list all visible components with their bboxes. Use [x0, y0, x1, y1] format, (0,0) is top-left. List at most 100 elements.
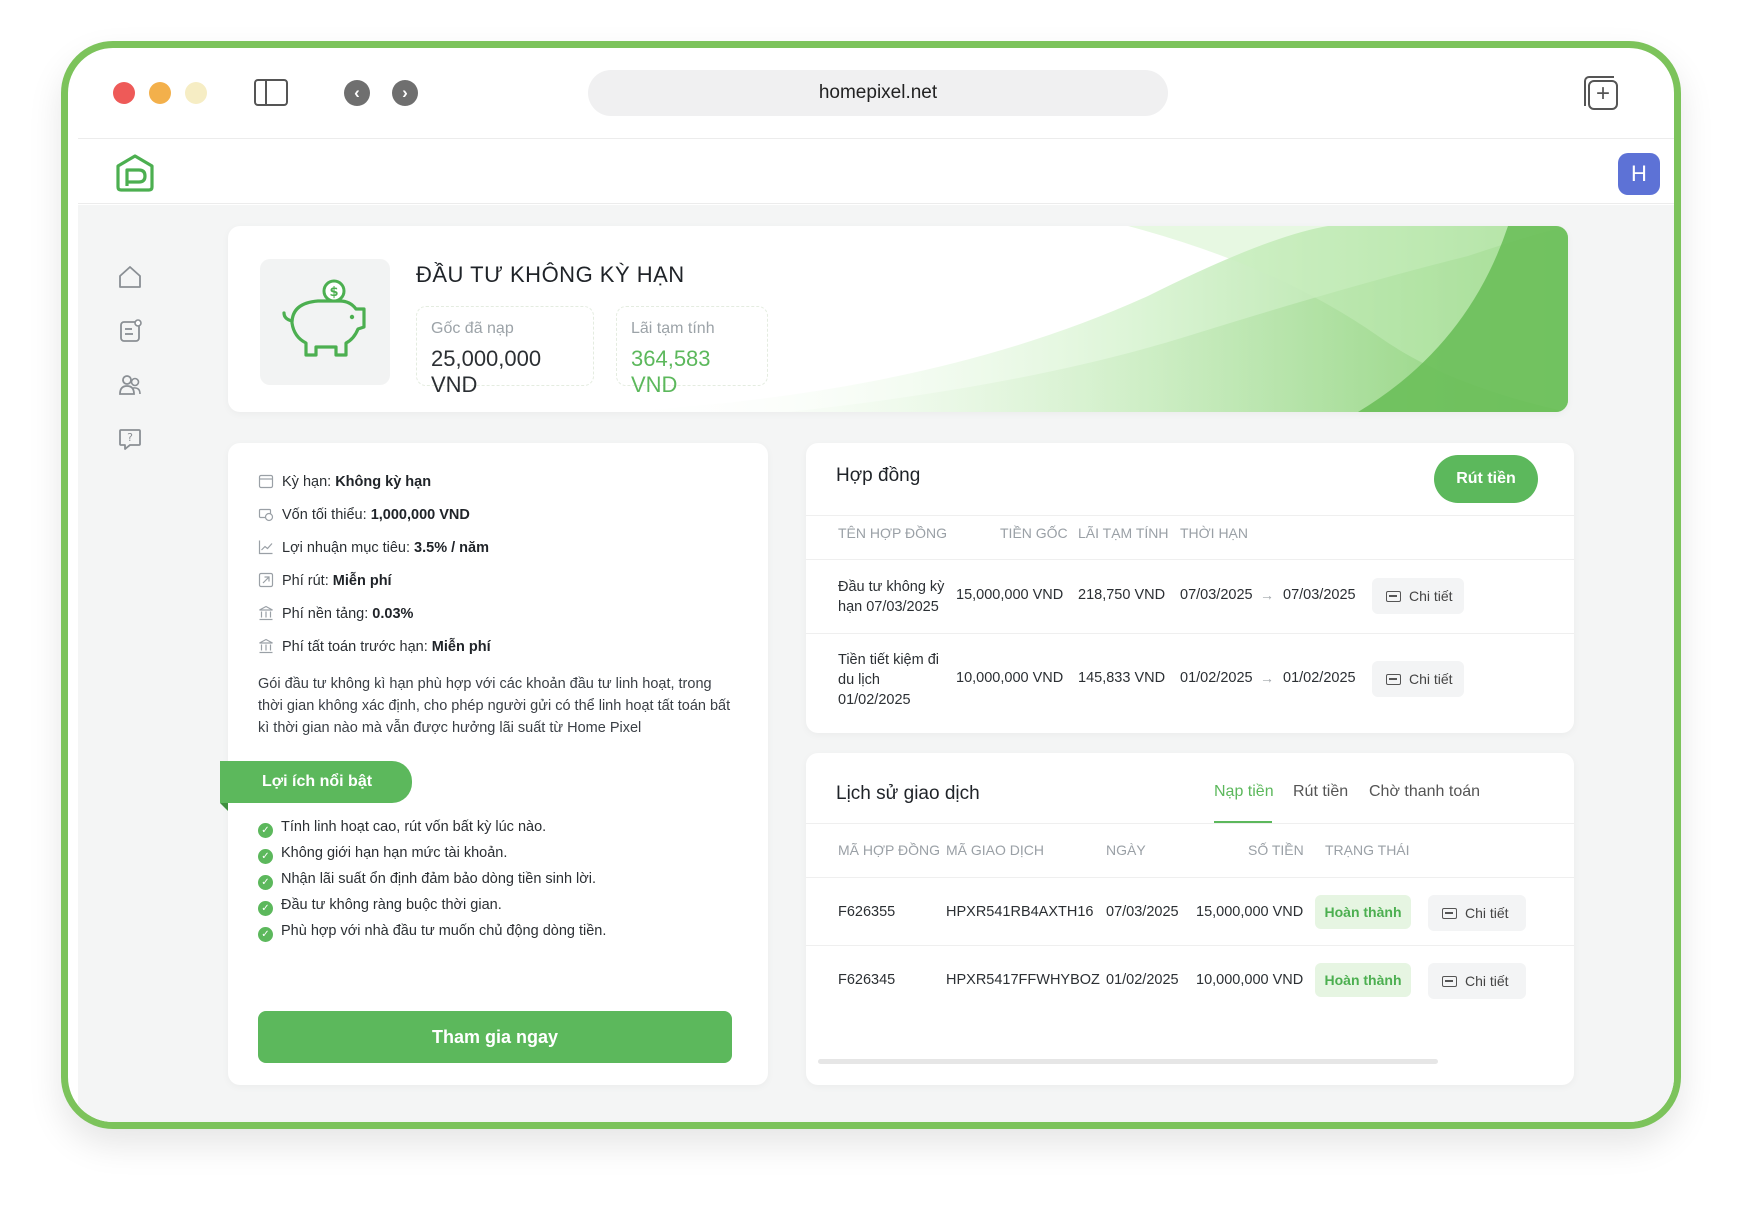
benefit-text: Phù hợp với nhà đầu tư muốn chủ động dòn…: [281, 923, 607, 939]
txn-detail-button[interactable]: Chi tiết: [1428, 895, 1526, 931]
check-icon: ✓: [258, 849, 273, 864]
piggy-bank-tile: $: [260, 259, 390, 385]
interest-value: 364,583 VND: [631, 346, 711, 397]
platform-fee-value: 0.03%: [372, 606, 414, 622]
txn-code: HPXR541RB4AXTH16: [946, 904, 1094, 920]
column-header: TÊN HỢP ĐỒNG: [838, 525, 947, 541]
column-header: MÃ GIAO DỊCH: [946, 842, 1045, 858]
product-description: Gói đầu tư không kì hạn phù hợp với các …: [258, 676, 731, 736]
min-capital-label: Vốn tối thiểu:: [282, 507, 367, 523]
benefit-item: ✓ Nhận lãi suất ổn định đảm bảo dòng tiền…: [258, 871, 596, 890]
txn-amount: 15,000,000 VND: [1196, 904, 1304, 920]
close-window-button[interactable]: [113, 82, 135, 104]
contract-detail-button[interactable]: Chi tiết: [1372, 578, 1464, 614]
min-capital-value: 1,000,000 VND: [370, 507, 470, 523]
piggy-bank-icon: $: [282, 279, 366, 357]
detail-label: Chi tiết: [1409, 588, 1453, 604]
sidebar-toggle-icon[interactable]: [254, 79, 288, 106]
early-settle-row: Phí tất toán trước hạn: Miễn phí: [258, 638, 491, 655]
txn-amount: 10,000,000 VND: [1196, 972, 1304, 988]
trend-chart-icon: [258, 540, 273, 555]
early-settle-label: Phí tất toán trước hạn:: [282, 639, 428, 655]
check-icon: ✓: [258, 901, 273, 916]
page-title: ĐẦU TƯ KHÔNG KỲ HẠN: [416, 262, 685, 287]
contract-detail-button[interactable]: Chi tiết: [1372, 661, 1464, 697]
help-chat-icon[interactable]: ?: [116, 425, 144, 453]
svg-text:$: $: [329, 285, 338, 300]
calendar-icon: [258, 474, 274, 489]
contract-name: Tiền tiết kiệm đi du lịch 01/02/2025: [838, 652, 939, 708]
principal-label: Gốc đã nạp: [431, 320, 514, 337]
term-row: Kỳ hạn: Không kỳ hạn: [258, 473, 431, 490]
detail-label: Chi tiết: [1465, 973, 1509, 989]
withdraw-button[interactable]: Rút tiền: [1434, 455, 1538, 503]
check-icon: ✓: [258, 823, 273, 838]
divider: [806, 877, 1574, 878]
money-icon: [258, 508, 274, 522]
detail-label: Chi tiết: [1465, 905, 1509, 921]
minimize-window-button[interactable]: [149, 82, 171, 104]
horizontal-scrollbar[interactable]: [818, 1059, 1438, 1064]
status-badge: Hoàn thành: [1315, 963, 1411, 997]
divider: [806, 515, 1574, 516]
bank-icon: [259, 605, 273, 621]
principal-value: 25,000,000 VND: [431, 346, 542, 397]
history-title: Lịch sử giao dịch: [836, 783, 980, 804]
home-pixel-logo-icon[interactable]: [114, 153, 156, 193]
browser-toolbar: ‹ › homepixel.net +: [68, 48, 1674, 138]
avatar[interactable]: H: [1618, 153, 1660, 195]
contract-name: Đầu tư không kỳ hạn 07/03/2025: [838, 579, 945, 615]
maximize-window-button[interactable]: [185, 82, 207, 104]
document-icon: [1386, 674, 1401, 685]
contract-to-date: 01/02/2025: [1283, 670, 1356, 686]
benefit-item: ✓ Phù hợp với nhà đầu tư muốn chủ động dò…: [258, 923, 606, 942]
app-header: H: [78, 138, 1674, 204]
transaction-history-card: Lịch sử giao dịch Nạp tiền Rút tiền Chờ …: [806, 753, 1574, 1085]
bank-icon: [259, 638, 273, 654]
main-content: ? $ ĐẦU TƯ KHÔNG KỲ HẠN Gốc đã nạp 25,00…: [78, 205, 1674, 1122]
product-info-card: Kỳ hạn: Không kỳ hạn Vốn tối thiểu: 1,00…: [220, 443, 768, 1085]
svg-text:?: ?: [127, 431, 133, 444]
contracts-card: Hợp đồng Rút tiền TÊN HỢP ĐỒNG TIỀN GỐC …: [806, 443, 1574, 733]
new-tab-icon[interactable]: +: [1584, 76, 1618, 110]
tab-deposit[interactable]: Nạp tiền: [1214, 783, 1274, 801]
contract-interest: 145,833 VND: [1078, 670, 1166, 686]
min-capital-row: Vốn tối thiểu: 1,000,000 VND: [258, 506, 470, 523]
interest-stat: Lãi tạm tính 364,583 VND: [616, 306, 768, 397]
contract-list-icon[interactable]: [116, 317, 144, 345]
txn-contract-code: F626355: [838, 904, 896, 920]
tab-pending-payment[interactable]: Chờ thanh toán: [1369, 783, 1480, 801]
benefit-item: ✓ Đầu tư không ràng buộc thời gian.: [258, 897, 502, 916]
withdraw-icon: [258, 572, 274, 588]
check-icon: ✓: [258, 927, 273, 942]
benefit-item: ✓ Tính linh hoạt cao, rút vốn bất kỳ lúc …: [258, 819, 546, 838]
address-bar[interactable]: homepixel.net: [588, 70, 1168, 116]
benefits-title: Lợi ích nổi bật: [220, 761, 412, 803]
forward-arrow-icon[interactable]: ›: [392, 80, 418, 106]
document-icon: [1442, 908, 1457, 919]
back-arrow-icon[interactable]: ‹: [344, 80, 370, 106]
txn-code: HPXR5417FFWHYBOZ: [946, 972, 1100, 988]
early-settle-value: Miễn phí: [431, 639, 491, 655]
divider: [806, 823, 1574, 824]
divider: [806, 633, 1574, 634]
column-header: MÃ HỢP ĐỒNG: [838, 842, 940, 858]
benefit-item: ✓ Không giới hạn hạn mức tài khoản.: [258, 845, 507, 864]
txn-date: 07/03/2025: [1106, 904, 1179, 920]
divider: [806, 945, 1574, 946]
column-header: TIỀN GỐC: [1000, 525, 1068, 541]
benefit-text: Nhận lãi suất ổn định đảm bảo dòng tiền …: [281, 871, 597, 887]
benefit-text: Tính linh hoạt cao, rút vốn bất kỳ lúc n…: [281, 819, 547, 835]
tab-withdraw[interactable]: Rút tiền: [1293, 783, 1348, 801]
column-header: SỐ TIỀN: [1248, 842, 1304, 858]
target-profit-label: Lợi nhuận mục tiêu:: [282, 540, 411, 556]
benefit-text: Đầu tư không ràng buộc thời gian.: [281, 897, 502, 913]
column-header: NGÀY: [1106, 842, 1146, 858]
contract-from-date: 07/03/2025: [1180, 587, 1253, 603]
txn-detail-button[interactable]: Chi tiết: [1428, 963, 1526, 999]
join-now-button[interactable]: Tham gia ngay: [258, 1011, 732, 1063]
users-icon[interactable]: [116, 371, 144, 399]
browser-window: ‹ › homepixel.net + H ? $ ĐẦU TƯ KHÔNG K…: [61, 41, 1681, 1129]
home-icon[interactable]: [116, 263, 144, 291]
withdraw-fee-value: Miễn phí: [332, 573, 392, 589]
